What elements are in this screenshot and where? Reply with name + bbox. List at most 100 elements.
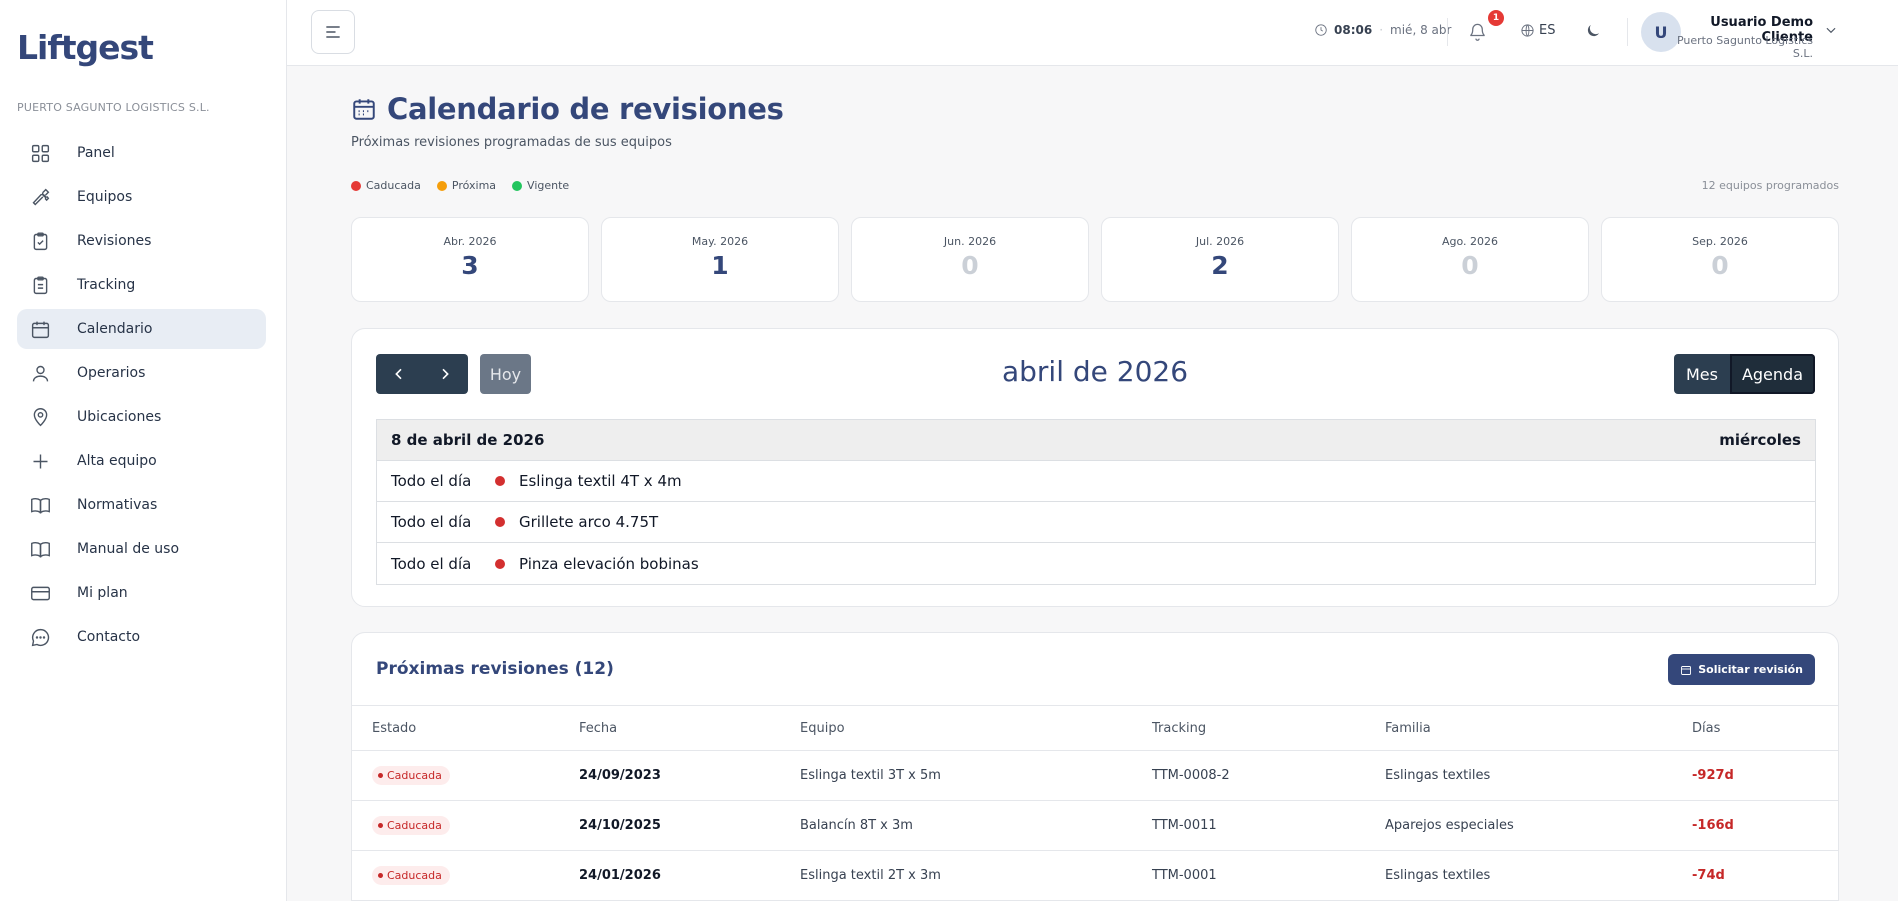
sidebar-item-label: Ubicaciones [77,409,162,425]
sidebar-item-label: Mi plan [77,585,128,601]
chat-icon [29,626,51,648]
grid-icon [29,142,51,164]
green-dot-icon [512,180,523,191]
agenda-event[interactable]: Todo el día Pinza elevación bobinas [377,543,1815,584]
page-heading: Calendario de revisiones [387,92,784,126]
wrench-icon [29,186,51,208]
divider [1627,18,1628,46]
legend-label: Próxima [451,179,497,192]
sidebar-item-operarios[interactable]: Operarios [17,353,266,393]
month-count: 0 [1461,251,1479,280]
notifications-button[interactable] [1468,22,1487,45]
month-view-button[interactable]: Mes [1673,354,1730,394]
current-date: mié, 8 abr [1390,23,1452,37]
month-card[interactable]: Ago. 2026 0 [1351,217,1589,302]
month-card[interactable]: Abr. 2026 3 [351,217,589,302]
sidebar-item-calendario[interactable]: Calendario [17,309,266,349]
column-header-tracking[interactable]: Tracking [1152,721,1385,736]
equipment-cell: Eslinga textil 2T x 3m [800,868,941,883]
language-selector[interactable]: ES [1520,23,1555,38]
event-dot-icon [495,476,505,486]
date-cell: 24/09/2023 [579,768,661,783]
request-review-label: Solicitar revisión [1698,663,1803,676]
event-dot-icon [495,517,505,527]
column-header-dias[interactable]: Días [1692,721,1792,736]
sidebar-item-manual-de-uso[interactable]: Manual de uso [17,529,266,569]
date-cell: 24/01/2026 [579,868,661,883]
upcoming-title: Próximas revisiones (12) [376,659,614,679]
calendar-icon [353,99,375,120]
bell-icon [1470,23,1485,41]
request-review-button[interactable]: Solicitar revisión [1668,654,1815,685]
tracking-cell: TTM-0001 [1152,868,1217,883]
sidebar-item-label: Tracking [77,277,136,293]
status-dot-icon [378,773,383,778]
column-header-equipo[interactable]: Equipo [800,721,1152,736]
user-menu-button[interactable] [1824,22,1838,41]
upcoming-table: Estado Fecha Equipo Tracking Familia Día… [352,705,1838,901]
equipment-cell: Balancín 8T x 3m [800,818,913,833]
clock: 08:06 · mié, 8 abr [1314,23,1451,37]
calendar-icon [29,318,51,340]
status-cell: Caducada [352,816,579,835]
sidebar-item-panel[interactable]: Panel [17,133,266,173]
sidebar-nav: Panel Equipos Revisiones Tracking Calend… [17,133,266,661]
sidebar-item-equipos[interactable]: Equipos [17,177,266,217]
table-row[interactable]: Caducada 24/09/2023 Eslinga textil 3T x … [352,751,1838,801]
sidebar-item-ubicaciones[interactable]: Ubicaciones [17,397,266,437]
menu-toggle-button[interactable] [311,10,355,54]
plus-icon [29,450,51,472]
agenda-day-header: 8 de abril de 2026 miércoles [377,420,1815,461]
month-label: Sep. 2026 [1692,235,1748,248]
month-count: 2 [1211,251,1229,280]
event-dot-icon [495,558,505,569]
days-cell: -166d [1692,818,1734,833]
sidebar-item-tracking[interactable]: Tracking [17,265,266,305]
sidebar-item-label: Normativas [77,497,158,513]
legend-item-proxima: Próxima [436,179,497,192]
company-name: PUERTO SAGUNTO LOGISTICS S.L. [17,101,210,114]
app-logo[interactable]: Liftgest [17,28,154,67]
family-cell: Eslingas textiles [1385,768,1491,783]
hamburger-icon [326,26,340,38]
table-row[interactable]: Caducada 24/10/2025 Balancín 8T x 3m TTM… [352,801,1838,851]
legend-item-caducada: Caducada [351,179,421,192]
agenda-event[interactable]: Todo el día Eslinga textil 4T x 4m [377,461,1815,502]
sidebar-item-contacto[interactable]: Contacto [17,617,266,657]
month-count: 0 [961,251,979,280]
sidebar-item-label: Manual de uso [77,541,180,557]
sidebar-item-revisiones[interactable]: Revisiones [17,221,266,261]
sidebar-item-mi-plan[interactable]: Mi plan [17,573,266,613]
month-count: 1 [711,251,729,280]
equipment-cell: Eslinga textil 3T x 5m [800,768,941,783]
red-dot-icon [351,180,361,191]
credit-card-icon [29,582,51,604]
sidebar-item-alta-equipo[interactable]: Alta equipo [17,441,266,481]
column-header-fecha[interactable]: Fecha [579,721,800,736]
table-row[interactable]: Caducada 24/01/2026 Eslinga textil 2T x … [352,851,1838,901]
legend-item-vigente: Vigente [512,179,569,192]
sidebar-item-label: Alta equipo [77,453,157,469]
agenda-list: 8 de abril de 2026 miércoles Todo el día… [376,419,1816,585]
agenda-view-button[interactable]: Agenda [1729,354,1815,394]
month-card[interactable]: Jul. 2026 2 [1101,217,1339,302]
month-card[interactable]: Jun. 2026 0 [851,217,1089,302]
status-dot-icon [378,823,383,828]
sidebar-item-normativas[interactable]: Normativas [17,485,266,525]
agenda-event[interactable]: Todo el día Grillete arco 4.75T [377,502,1815,543]
event-title: Pinza elevación bobinas [519,554,699,573]
month-card[interactable]: Sep. 2026 0 [1601,217,1839,302]
page-subtitle: Próximas revisiones programadas de sus e… [351,135,672,150]
tracking-cell: TTM-0011 [1152,818,1217,833]
column-header-estado[interactable]: Estado [352,721,579,736]
chevron-down-icon [1826,27,1836,34]
status-cell: Caducada [352,766,579,785]
family-cell: Aparejos especiales [1385,818,1514,833]
table-header: Estado Fecha Equipo Tracking Familia Día… [352,706,1838,751]
month-card[interactable]: May. 2026 1 [601,217,839,302]
month-label: Jul. 2026 [1195,235,1245,248]
sidebar: Liftgest PUERTO SAGUNTO LOGISTICS S.L. P… [0,0,287,901]
dark-mode-toggle[interactable] [1584,22,1602,44]
status-label: Caducada [387,819,442,832]
column-header-familia[interactable]: Familia [1385,721,1692,736]
